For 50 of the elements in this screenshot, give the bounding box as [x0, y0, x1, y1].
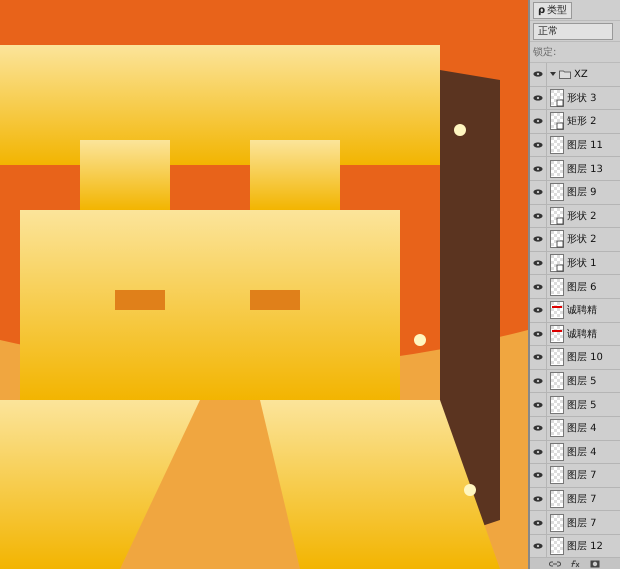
eye-icon[interactable] [533, 402, 543, 408]
eye-icon[interactable] [533, 354, 543, 360]
layer-name[interactable]: 图层 7 [567, 492, 597, 506]
layer-name[interactable]: 图层 4 [567, 421, 597, 436]
lock-label: 锁定: [533, 46, 556, 59]
layer-name[interactable]: 矩形 2 [567, 114, 597, 128]
eye-icon[interactable] [533, 520, 543, 526]
group-name[interactable]: XZ [574, 68, 588, 80]
eye-icon[interactable] [533, 425, 543, 432]
eye-icon[interactable] [533, 118, 543, 124]
layer-name[interactable]: 图层 6 [567, 280, 597, 294]
mask-icon[interactable] [589, 560, 601, 568]
eye-icon[interactable] [533, 142, 543, 148]
eye-icon[interactable] [533, 496, 543, 502]
eye-icon[interactable] [533, 236, 543, 242]
layer-name[interactable]: 形状 2 [567, 232, 597, 246]
layer-name[interactable]: 图层 10 [567, 350, 603, 364]
caret-icon[interactable] [550, 71, 556, 78]
eye-icon[interactable] [533, 448, 543, 455]
layer-name[interactable]: 图层 11 [567, 138, 603, 152]
layer-name[interactable]: 图层 5 [567, 374, 597, 388]
blend-mode-dropdown[interactable]: 正常 [533, 22, 613, 40]
layer-name[interactable]: 形状 2 [567, 208, 597, 223]
layer-name[interactable]: 形状 1 [567, 256, 597, 270]
eye-icon[interactable] [533, 189, 543, 196]
eye-icon[interactable] [533, 307, 543, 314]
eye-icon[interactable] [533, 166, 543, 172]
effects-icon[interactable] [569, 560, 581, 568]
eye-icon[interactable] [533, 378, 543, 384]
eye-icon[interactable] [533, 260, 543, 266]
link-icon[interactable] [549, 560, 561, 568]
layer-name[interactable]: 图层 9 [567, 185, 597, 200]
eye-icon[interactable] [533, 472, 543, 478]
layer-name[interactable]: 图层 7 [567, 516, 597, 530]
layer-name[interactable]: 诚聘精 [567, 303, 597, 318]
eye-icon[interactable] [533, 94, 543, 101]
folder-icon [559, 70, 571, 79]
layer-name[interactable]: 诚聘精 [567, 326, 597, 341]
layer-name[interactable]: 形状 3 [567, 90, 597, 105]
eye-icon[interactable] [533, 212, 543, 219]
eye-icon[interactable] [533, 330, 543, 337]
layer-filter-dropdown[interactable]: ρ 类型 [533, 2, 572, 18]
layer-name[interactable]: 图层 7 [567, 468, 597, 482]
eye-icon[interactable] [533, 284, 543, 290]
eye-icon[interactable] [533, 543, 543, 550]
layer-name[interactable]: 图层 12 [567, 539, 603, 554]
eye-icon[interactable] [533, 71, 543, 78]
layer-name[interactable]: 图层 13 [567, 162, 603, 176]
layer-name[interactable]: 图层 5 [567, 398, 597, 412]
layer-name[interactable]: 图层 4 [567, 444, 597, 459]
